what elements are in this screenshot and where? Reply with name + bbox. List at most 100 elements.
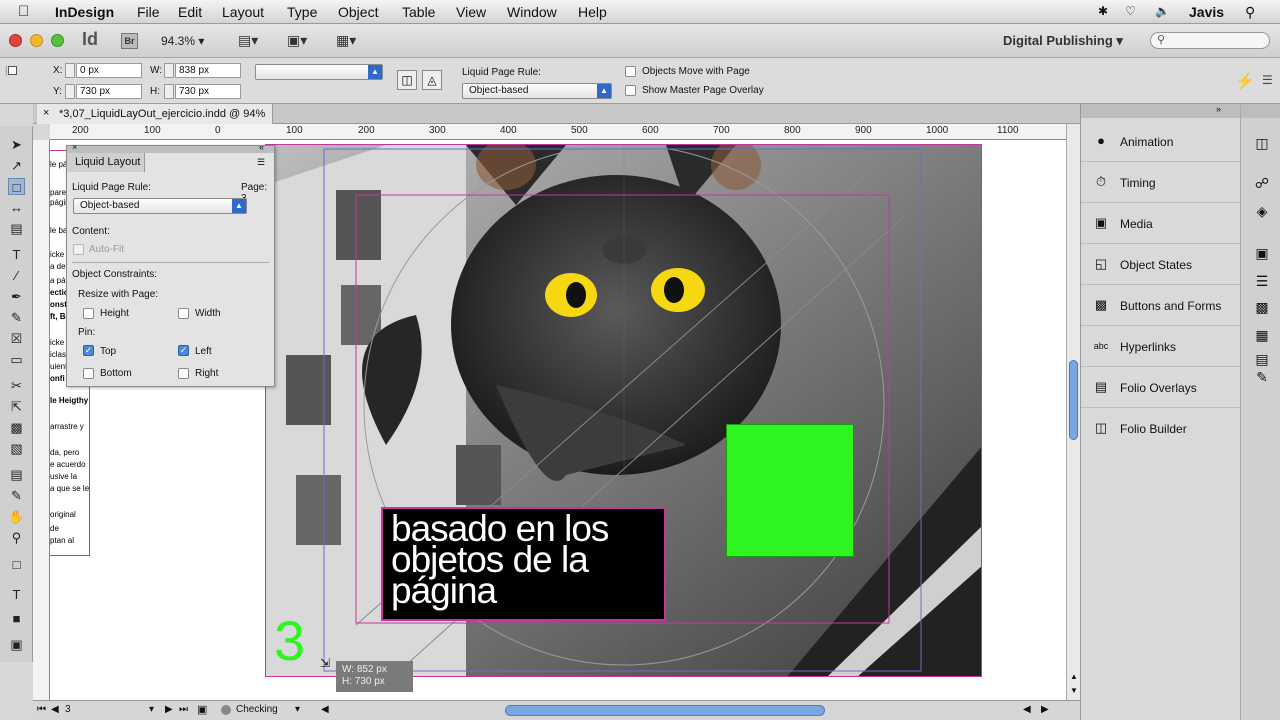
- panel-tab[interactable]: Liquid Layout: [67, 153, 145, 172]
- top-checkbox[interactable]: ✓: [83, 345, 94, 356]
- autofit-checkbox[interactable]: [73, 244, 84, 255]
- minimize-window-button[interactable]: [30, 34, 43, 47]
- bottom-checkbox[interactable]: [83, 368, 94, 379]
- page-number-field[interactable]: 3: [65, 704, 71, 715]
- zoom-tool-icon[interactable]: ⚲: [8, 529, 25, 546]
- eyedropper-tool-icon[interactable]: ✎: [8, 487, 25, 504]
- scroll-up-icon[interactable]: ▲: [1070, 672, 1078, 681]
- formatting-affects-icon[interactable]: T: [8, 586, 25, 603]
- panel-rule-dropdown[interactable]: Object-based ▲: [73, 198, 247, 214]
- right-checkbox[interactable]: [178, 368, 189, 379]
- gradient-feather-tool-icon[interactable]: ▧: [8, 440, 25, 457]
- spotlight-search-icon[interactable]: ⚲: [1245, 4, 1255, 21]
- color-panel-icon[interactable]: ▩: [1253, 298, 1271, 316]
- object-style-dropdown[interactable]: ▲: [255, 64, 383, 80]
- type-tool-icon[interactable]: T: [8, 246, 25, 263]
- strip-header[interactable]: [1241, 104, 1280, 118]
- panel-animation[interactable]: ● Animation: [1081, 121, 1241, 162]
- menu-view[interactable]: View: [456, 4, 486, 20]
- app-menu[interactable]: InDesign: [55, 4, 114, 20]
- pages-panel-icon[interactable]: ◫: [1253, 134, 1271, 152]
- scroll-thumb[interactable]: [1069, 360, 1078, 440]
- horizontal-scroll-thumb[interactable]: [505, 705, 825, 716]
- vertical-ruler[interactable]: [33, 140, 50, 700]
- panel-object-states[interactable]: ◱ Object States: [1081, 244, 1241, 285]
- selection-tool-icon[interactable]: ➤: [8, 136, 25, 153]
- apple-icon[interactable]: : [18, 3, 29, 20]
- width-checkbox[interactable]: [178, 308, 189, 319]
- menu-object[interactable]: Object: [338, 4, 378, 20]
- panel-hyperlinks[interactable]: abc Hyperlinks: [1081, 326, 1241, 367]
- panel-media[interactable]: ▣ Media: [1081, 203, 1241, 244]
- left-checkbox[interactable]: ✓: [178, 345, 189, 356]
- panel-folio-builder[interactable]: ◫ Folio Builder: [1081, 408, 1241, 449]
- screen-mode-icon[interactable]: ▣▾: [287, 32, 307, 49]
- x-field[interactable]: 0 px: [76, 63, 142, 78]
- pen-tool-icon[interactable]: ✒: [8, 288, 25, 305]
- height-checkbox[interactable]: [83, 308, 94, 319]
- zoom-window-button[interactable]: [51, 34, 64, 47]
- line-tool-icon[interactable]: ∕: [8, 267, 25, 284]
- master-overlay-checkbox[interactable]: [625, 85, 636, 96]
- scroll-right-icon[interactable]: ▶: [1041, 704, 1049, 715]
- menu-edit[interactable]: Edit: [178, 4, 202, 20]
- reference-point-icon[interactable]: [8, 66, 17, 75]
- content-collector-icon[interactable]: ▤: [8, 220, 25, 237]
- document-tab[interactable]: × *3,07_LiquidLayOut_ejercicio.indd @ 94…: [37, 104, 273, 124]
- gap-tool-icon[interactable]: ↔: [8, 199, 25, 216]
- menu-file[interactable]: File: [137, 4, 160, 20]
- pencil-tool-icon[interactable]: ✎: [8, 309, 25, 326]
- rectangle-tool-icon[interactable]: ▭: [8, 351, 25, 368]
- swatches-panel-icon[interactable]: ▣: [1253, 244, 1271, 262]
- menu-layout[interactable]: Layout: [222, 4, 264, 20]
- lightning-icon[interactable]: ⚡: [1235, 71, 1255, 91]
- open-page-icon[interactable]: ▣: [197, 703, 207, 716]
- wifi-icon[interactable]: ♡: [1125, 4, 1136, 18]
- scroll-down-icon[interactable]: ▼: [1070, 686, 1078, 695]
- notes-panel-icon[interactable]: ✎: [1253, 368, 1271, 386]
- help-search-input[interactable]: ⚲: [1150, 32, 1270, 49]
- user-name[interactable]: Javis: [1189, 4, 1224, 20]
- scroll-left-icon[interactable]: ◀: [321, 704, 329, 715]
- objects-move-checkbox[interactable]: [625, 66, 636, 77]
- gradient-swatch-tool-icon[interactable]: ▩: [8, 419, 25, 436]
- panel-options-icon[interactable]: ☰: [257, 157, 265, 168]
- rectangle-frame-tool-icon[interactable]: ☒: [8, 330, 25, 347]
- liquid-layout-icon[interactable]: ◫: [397, 70, 417, 90]
- scissors-tool-icon[interactable]: ✂: [8, 377, 25, 394]
- links-panel-icon[interactable]: ☍: [1253, 174, 1271, 192]
- page-menu-icon[interactable]: ▾: [149, 704, 154, 715]
- apply-color-icon[interactable]: ■: [8, 610, 25, 627]
- close-tab-icon[interactable]: ×: [43, 107, 49, 119]
- prev-page-icon[interactable]: ◀: [51, 704, 59, 715]
- text-wrap-panel-icon[interactable]: ▤: [1253, 350, 1271, 368]
- first-page-icon[interactable]: ⏮: [37, 704, 46, 715]
- close-window-button[interactable]: [9, 34, 22, 47]
- menu-table[interactable]: Table: [402, 4, 435, 20]
- fill-stroke-icon[interactable]: □: [8, 556, 25, 573]
- screen-mode-tool-icon[interactable]: ▣: [8, 636, 25, 653]
- menu-help[interactable]: Help: [578, 4, 607, 20]
- view-options-icon[interactable]: ▤▾: [238, 32, 258, 49]
- h-stepper[interactable]: [164, 84, 174, 99]
- next-page-icon[interactable]: ▶: [165, 704, 173, 715]
- panel-folio-overlays[interactable]: ▤ Folio Overlays: [1081, 367, 1241, 408]
- panel-timing[interactable]: ⏱ Timing: [1081, 162, 1241, 203]
- last-page-icon[interactable]: ⏭: [179, 704, 188, 715]
- volume-icon[interactable]: 🔈: [1155, 4, 1170, 18]
- menu-window[interactable]: Window: [507, 4, 557, 20]
- layers-panel-icon[interactable]: ◈: [1253, 202, 1271, 220]
- collapse-dock-icon[interactable]: »: [1216, 104, 1221, 114]
- panel-buttons-forms[interactable]: ▩ Buttons and Forms: [1081, 285, 1241, 326]
- collapse-panel-icon[interactable]: «: [259, 142, 264, 152]
- y-field[interactable]: 730 px: [76, 84, 142, 99]
- close-panel-icon[interactable]: ×: [72, 142, 77, 152]
- bluetooth-icon[interactable]: ✱: [1098, 4, 1108, 18]
- direct-selection-tool-icon[interactable]: ↗: [8, 157, 25, 174]
- panel-drag-bar[interactable]: × «: [67, 142, 274, 153]
- arrange-documents-icon[interactable]: ▦▾: [336, 32, 356, 49]
- y-stepper[interactable]: [65, 84, 75, 99]
- green-rectangle[interactable]: [726, 424, 854, 557]
- dock-header[interactable]: »: [1081, 104, 1241, 118]
- panel-menu-icon[interactable]: ☰: [1262, 73, 1273, 87]
